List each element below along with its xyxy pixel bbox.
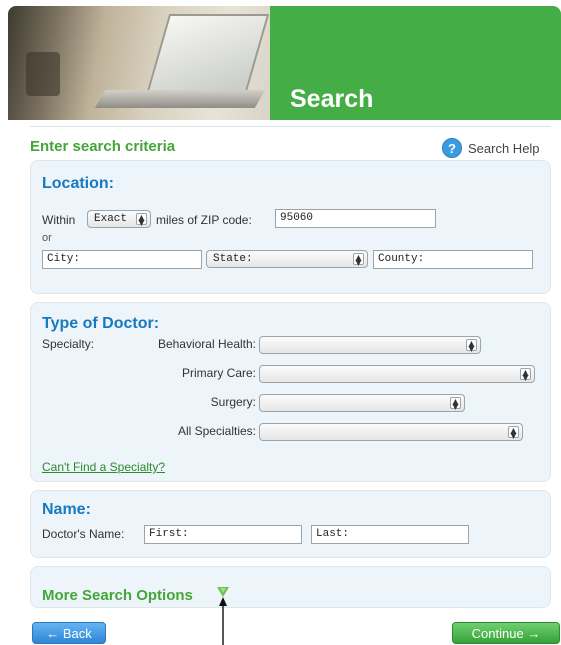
all-specialties-select[interactable]: ▲ ▼	[259, 423, 523, 441]
header-banner: Search	[8, 6, 561, 120]
search-help-link[interactable]: ? Search Help	[442, 138, 540, 158]
distance-select[interactable]: Exact ▲ ▼	[87, 210, 151, 228]
primary-care-label: Primary Care:	[181, 366, 256, 380]
select-arrows-icon: ▲ ▼	[508, 426, 519, 440]
all-specialties-label: All Specialties:	[177, 424, 256, 438]
continue-button[interactable]: Continue →	[452, 622, 560, 644]
doctor-type-title: Type of Doctor:	[42, 315, 160, 332]
last-name-input[interactable]: Last:	[311, 525, 469, 544]
location-title: Location:	[42, 175, 114, 192]
help-icon[interactable]: ?	[442, 138, 462, 158]
name-panel: Name: Doctor's Name: First: Last:	[30, 490, 551, 558]
behavioral-health-select[interactable]: ▲ ▼	[259, 336, 481, 354]
criteria-title: Enter search criteria	[30, 138, 176, 155]
cant-find-specialty-link[interactable]: Can't Find a Specialty?	[42, 460, 165, 474]
state-select[interactable]: State: ▲ ▼	[206, 250, 368, 268]
doctor-type-panel: Type of Doctor: Specialty: Behavioral He…	[30, 302, 551, 482]
county-input[interactable]: County:	[373, 250, 533, 269]
first-name-input[interactable]: First:	[144, 525, 302, 544]
distance-select-value: Exact	[94, 213, 128, 225]
more-search-options-toggle[interactable]: More Search Options	[42, 587, 193, 604]
specialty-label: Specialty:	[42, 337, 95, 351]
behavioral-health-label: Behavioral Health:	[157, 337, 256, 351]
doctor-name-label: Doctor's Name:	[42, 527, 125, 541]
annotation-arrow-icon	[219, 597, 227, 645]
state-select-value: State:	[213, 253, 253, 265]
page-title: Search	[290, 85, 374, 113]
back-button[interactable]: ← Back	[32, 622, 106, 644]
surgery-label: Surgery:	[210, 395, 256, 409]
banner-panel: Search	[270, 6, 561, 120]
select-arrows-icon: ▲ ▼	[353, 253, 364, 267]
laptop-photo	[8, 6, 270, 120]
within-label: Within	[42, 213, 76, 227]
more-options-panel[interactable]: More Search Options	[30, 566, 551, 608]
or-label: or	[42, 232, 52, 244]
search-help-label[interactable]: Search Help	[468, 141, 540, 156]
surgery-select[interactable]: ▲ ▼	[259, 394, 465, 412]
city-input[interactable]: City:	[42, 250, 202, 269]
miles-label: miles of ZIP code:	[156, 213, 252, 227]
select-arrows-icon: ▲ ▼	[136, 213, 147, 227]
select-arrows-icon: ▲ ▼	[520, 368, 531, 382]
select-arrows-icon: ▲ ▼	[466, 339, 477, 353]
primary-care-select[interactable]: ▲ ▼	[259, 365, 535, 383]
name-title: Name:	[42, 501, 91, 518]
zip-code-input[interactable]: 95060	[275, 209, 436, 228]
divider	[30, 126, 551, 127]
location-panel: Location: Within Exact ▲ ▼ miles of ZIP c…	[30, 160, 551, 294]
select-arrows-icon: ▲ ▼	[450, 397, 461, 411]
